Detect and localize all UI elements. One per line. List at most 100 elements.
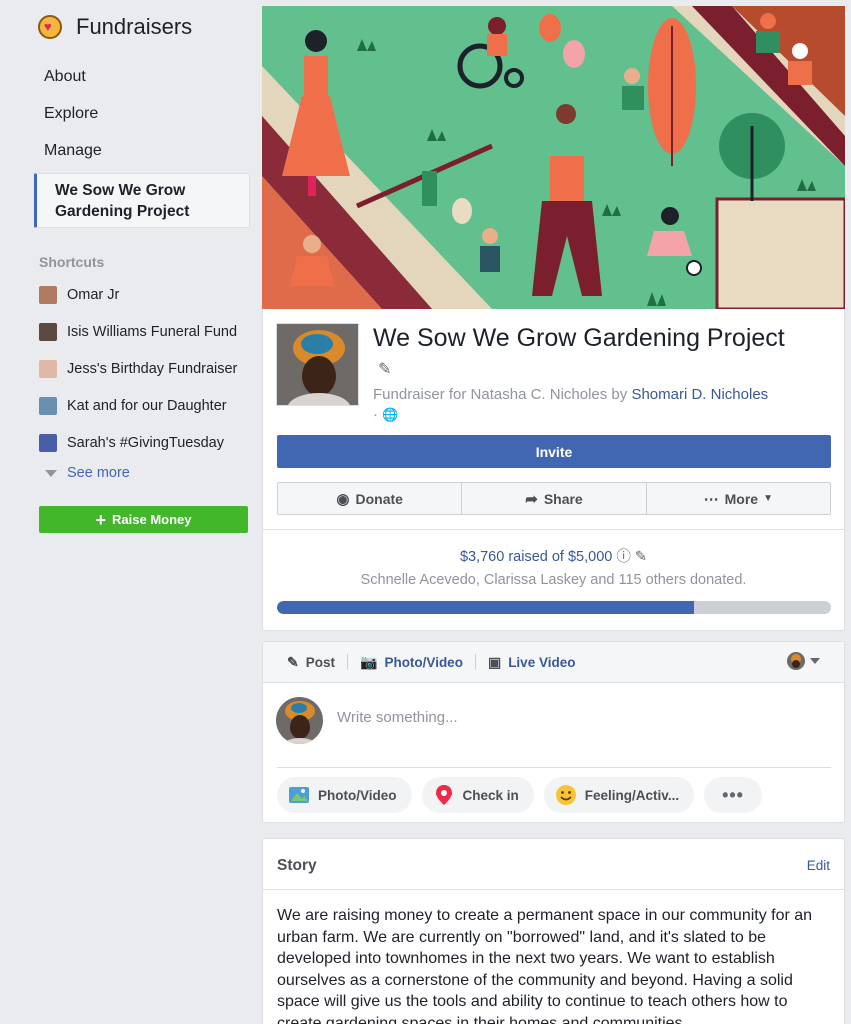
sidebar-item-current-fundraiser[interactable]: We Sow We Grow Gardening Project — [34, 173, 250, 228]
raised-amount-text: $3,760 raised of $5,000 — [459, 549, 613, 565]
edit-goal-pencil-icon[interactable]: ✎ — [635, 549, 647, 565]
sidebar-item-about[interactable]: About — [34, 58, 250, 95]
shortcut-label: Isis Williams Funeral Fund — [67, 323, 238, 340]
divider — [277, 767, 831, 768]
shortcuts-list: Omar Jr Isis Williams Funeral Fund Jess'… — [39, 276, 254, 485]
cover-photo[interactable] — [262, 6, 845, 309]
donate-label: Donate — [355, 490, 403, 507]
feeling-activity-chip-label: Feeling/Activ... — [584, 787, 680, 803]
tab-live-video[interactable]: ▣ Live Video — [488, 654, 576, 671]
sidebar-title: Fundraisers — [76, 14, 193, 39]
tab-photo-video[interactable]: 📷 Photo/Video — [360, 654, 463, 671]
organizer-link[interactable]: Shomari D. Nicholes — [631, 386, 768, 403]
raised-summary[interactable]: $3,760 raised of $5,000 ⓘ ✎ — [263, 545, 844, 566]
fundraisers-heart-icon — [38, 15, 62, 39]
share-label: Share — [543, 490, 583, 507]
shortcut-label: Kat and for our Daughter — [67, 397, 227, 414]
plus-icon: + — [95, 509, 107, 530]
divider — [263, 889, 844, 890]
action-bar: ◉ Donate ➦ Share ⋯ More ▼ — [277, 482, 831, 515]
chevron-down-icon — [45, 469, 57, 477]
location-pin-icon — [433, 784, 455, 806]
tab-post[interactable]: ✎ Post — [287, 654, 335, 671]
shortcut-item[interactable]: Kat and for our Daughter — [39, 387, 254, 424]
share-arrow-icon: ➦ — [525, 490, 538, 508]
cover-illustration — [262, 6, 845, 309]
shortcuts-heading: Shortcuts — [39, 254, 105, 270]
shortcut-label: Omar Jr — [67, 286, 120, 303]
smiley-icon — [555, 784, 577, 806]
post-composer: ✎ Post 📷 Photo/Video ▣ Live Video Write … — [262, 641, 845, 823]
write-something-input[interactable] — [337, 709, 827, 726]
caret-down-icon: ▼ — [763, 493, 773, 504]
fundraiser-subtitle: Fundraiser for Natasha C. Nicholes by Sh… — [373, 385, 823, 425]
visibility-separator: · — [373, 406, 378, 423]
story-heading: Story — [277, 857, 317, 874]
more-options-button[interactable]: ••• — [704, 777, 762, 813]
avatar — [787, 652, 805, 670]
shortcut-thumbnail — [39, 433, 57, 452]
fundraiser-card: We Sow We Grow Gardening Project ✎ Fundr… — [262, 309, 845, 631]
shortcut-item[interactable]: Jess's Birthday Fundraiser — [39, 350, 254, 387]
donors-summary[interactable]: Schnelle Acevedo, Clarissa Laskey and 11… — [263, 572, 844, 588]
video-camera-icon: ▣ — [487, 653, 502, 670]
story-card: Story Edit We are raising money to creat… — [262, 838, 845, 1024]
more-label: More — [724, 490, 759, 507]
edit-pencil-icon[interactable]: ✎ — [378, 359, 391, 379]
sidebar-nav: About Explore Manage We Sow We Grow Gard… — [34, 58, 250, 228]
photo-icon — [288, 784, 310, 806]
sidebar-item-explore[interactable]: Explore — [34, 95, 250, 132]
avatar[interactable] — [276, 697, 323, 744]
progress-bar — [277, 601, 831, 614]
donate-button[interactable]: ◉ Donate — [278, 483, 463, 514]
pencil-icon: ✎ — [287, 653, 299, 670]
shortcut-item[interactable]: Omar Jr — [39, 276, 254, 313]
share-button[interactable]: ➦ Share — [462, 483, 647, 514]
post-as-selector[interactable] — [787, 652, 820, 670]
story-edit-link[interactable]: Edit — [807, 858, 830, 873]
ellipsis-icon: ••• — [722, 784, 744, 805]
more-button[interactable]: ⋯ More ▼ — [647, 483, 830, 514]
tab-separator — [474, 654, 476, 670]
photo-video-chip-label: Photo/Video — [318, 787, 397, 803]
divider — [263, 529, 844, 530]
beneficiary-photo[interactable] — [276, 323, 359, 406]
raise-money-label: Raise Money — [112, 512, 192, 527]
tab-photo-video-label: Photo/Video — [384, 654, 463, 670]
composer-chips: Photo/Video Check in Feeling/Activ... ••… — [277, 777, 772, 813]
invite-button[interactable]: Invite — [277, 435, 831, 468]
camera-icon: 📷 — [360, 653, 378, 670]
shortcut-thumbnail — [39, 359, 57, 378]
shortcut-thumbnail — [39, 322, 57, 341]
see-more-link[interactable]: See more — [39, 461, 254, 485]
caret-down-icon — [810, 658, 820, 664]
feeling-activity-chip[interactable]: Feeling/Activ... — [543, 777, 695, 813]
tab-post-label: Post — [305, 654, 335, 670]
shortcut-thumbnail — [39, 285, 57, 304]
sidebar-item-manage[interactable]: Manage — [34, 132, 250, 169]
progress-bar-fill — [277, 601, 694, 614]
sidebar-header[interactable]: Fundraisers — [38, 14, 192, 40]
shortcut-item[interactable]: Isis Williams Funeral Fund — [39, 313, 254, 350]
raise-money-button[interactable]: + Raise Money — [39, 506, 248, 533]
tab-separator — [347, 654, 348, 670]
story-text: We are raising money to create a permane… — [277, 907, 813, 1024]
globe-icon[interactable]: 🌐 — [382, 407, 398, 422]
beneficiary-avatar-image — [277, 324, 358, 405]
shortcut-label: Jess's Birthday Fundraiser — [67, 360, 238, 377]
shortcut-label: Sarah's #GivingTuesday — [67, 434, 224, 451]
shortcut-thumbnail — [39, 396, 57, 415]
shortcut-item[interactable]: Sarah's #GivingTuesday — [39, 424, 254, 461]
fundraiser-title: We Sow We Grow Gardening Project — [373, 324, 785, 352]
see-more-label: See more — [67, 465, 130, 481]
photo-video-chip[interactable]: Photo/Video — [277, 777, 412, 813]
ellipsis-icon: ⋯ — [703, 490, 719, 508]
donate-icon: ◉ — [336, 490, 350, 508]
fundraiser-for-text: Fundraiser for Natasha C. Nicholes by — [373, 386, 628, 403]
check-in-chip-label: Check in — [462, 787, 519, 803]
left-sidebar: Fundraisers About Explore Manage We Sow … — [0, 0, 262, 1024]
check-in-chip[interactable]: Check in — [421, 777, 534, 813]
tab-live-video-label: Live Video — [508, 654, 576, 670]
info-icon[interactable]: ⓘ — [616, 549, 631, 565]
composer-tabs: ✎ Post 📷 Photo/Video ▣ Live Video — [263, 642, 844, 683]
